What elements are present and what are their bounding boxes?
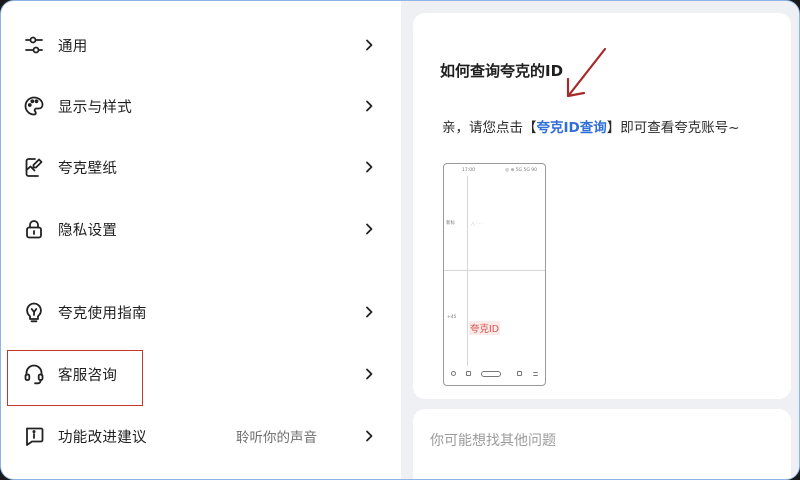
info-feedback-icon [21,423,47,449]
palette-icon [21,93,47,119]
back-icon [451,371,456,376]
help-panel: 如何查询夸克的ID 亲，请您点击【夸克ID查询】即可查看夸克账号~ 17:00 … [401,1,799,479]
search-pill-icon [481,371,501,377]
menu-item-label: 显示与样式 [58,99,132,116]
menu-item-label: 夸克使用指南 [58,305,147,322]
menu-item-label: 通用 [58,38,88,55]
bracket-open: 【 [523,120,537,136]
menu-item-feedback[interactable]: 功能改进建议 聆听你的声音 [1,407,401,465]
tabs-icon [517,371,522,376]
phone-tag: +45 [447,315,457,320]
chevron-right-icon [363,367,375,381]
chevron-right-icon [363,38,375,52]
help-card: 如何查询夸克的ID 亲，请您点击【夸克ID查询】即可查看夸克账号~ 17:00 … [413,13,791,399]
phone-tag: 新标 [446,221,455,226]
lock-icon [21,216,47,242]
home-icon [466,371,471,376]
phone-status-bar: 17:00 ◎ ⊕ 5G 5G 90 [444,168,545,176]
phone-screenshot-preview: 17:00 ◎ ⊕ 5G 5G 90 新标 八 · · · +45 夸克ID [443,163,546,386]
menu-item-customer-service[interactable]: 客服咨询 [1,345,401,403]
headset-icon [21,361,47,387]
phone-bottom-bar [444,369,545,379]
related-questions-card[interactable]: 你可能想找其他问题 [413,409,791,479]
phone-divider-horizontal [444,270,545,271]
help-text-prefix: 亲，请您点击 [442,120,523,136]
chevron-right-icon [363,305,375,319]
chevron-right-icon [363,429,375,443]
menu-item-label: 隐私设置 [58,222,118,239]
menu-icon [533,372,538,376]
menu-item-value: 聆听你的声音 [236,430,317,446]
phone-time: 17:00 [462,168,475,173]
help-title: 如何查询夸克的ID [440,62,564,80]
bracket-close: 】 [606,120,621,136]
help-text: 亲，请您点击【夸克ID查询】即可查看夸克账号~ [442,116,740,136]
menu-item-wallpaper[interactable]: 夸克壁纸 [1,138,401,196]
menu-item-label: 功能改进建议 [58,429,147,446]
phone-signal: ◎ ⊕ 5G 5G 90 [505,168,537,173]
chevron-right-icon [363,99,375,113]
related-questions-title: 你可能想找其他问题 [430,433,556,449]
sliders-icon [21,32,47,58]
menu-item-general[interactable]: 通用 [1,16,401,74]
menu-item-label: 夸克壁纸 [58,160,118,177]
menu-item-user-guide[interactable]: 夸克使用指南 [1,283,401,341]
menu-item-label: 客服咨询 [58,367,118,384]
quark-id-query-link[interactable]: 夸克ID查询 [537,120,607,136]
menu-item-display-style[interactable]: 显示与样式 [1,77,401,135]
chevron-right-icon [363,160,375,174]
app-window: 通用 显示与样式 夸克壁纸 隐私设置 夸克使用指南 客服咨询 功能改进建议 聆听… [0,0,800,480]
menu-item-privacy[interactable]: 隐私设置 [1,200,401,258]
help-text-suffix: 即可查看夸克账号~ [620,120,740,136]
settings-panel: 通用 显示与样式 夸克壁纸 隐私设置 夸克使用指南 客服咨询 功能改进建议 聆听… [1,1,401,479]
phone-quark-id-label: 夸克ID [469,321,501,335]
phone-divider-vertical [467,176,468,366]
chevron-right-icon [363,222,375,236]
wallpaper-edit-icon [21,154,47,180]
bulb-guide-icon [21,299,47,325]
phone-tiny-text: 八 · · · [471,221,483,226]
